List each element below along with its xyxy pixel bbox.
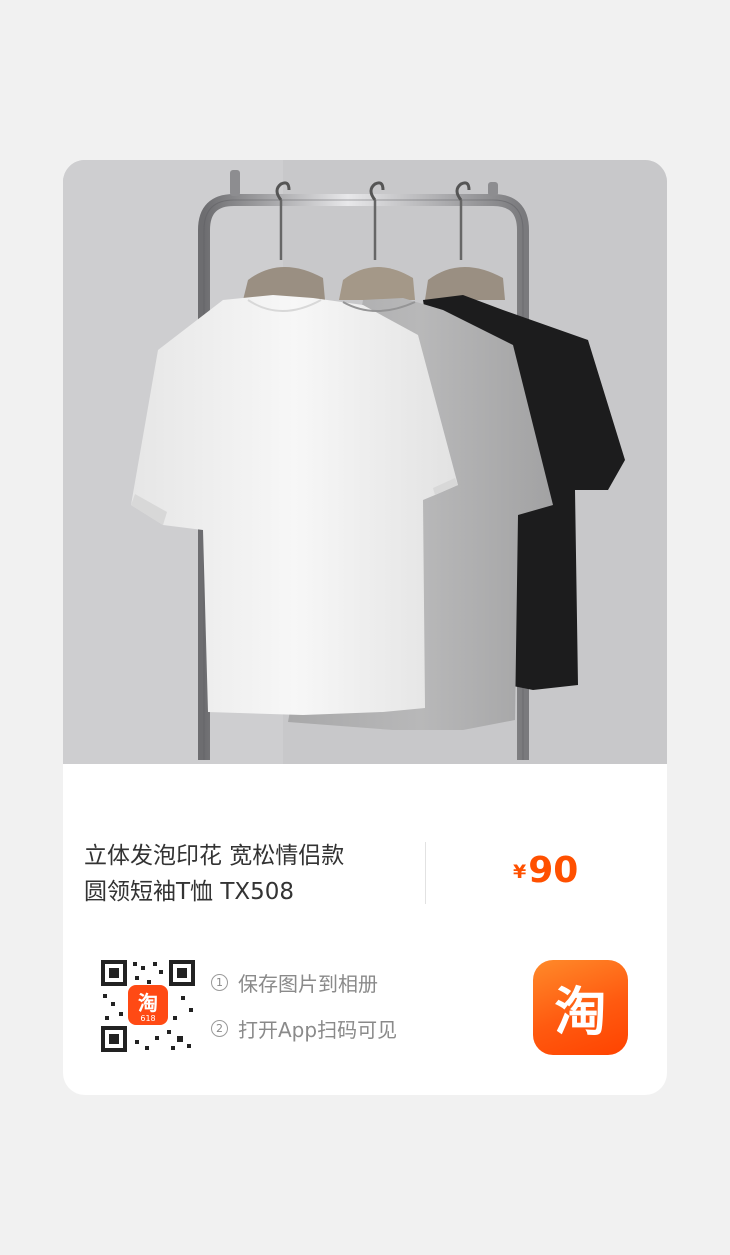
step-1: 1 保存图片到相册 [211, 968, 397, 996]
step-1-number-icon: 1 [211, 973, 228, 991]
step-2: 2 打开App扫码可见 [211, 1014, 397, 1042]
product-title-line1: 立体发泡印花 宽松情侣款 [84, 843, 345, 869]
step-1-text: 保存图片到相册 [238, 971, 378, 996]
divider [425, 842, 426, 904]
step-2-number-icon: 2 [211, 1019, 228, 1037]
taobao-app-icon[interactable]: 淘 [533, 960, 628, 1055]
qr-center-logo-char: 淘 [138, 991, 158, 1015]
product-title: 立体发泡印花 宽松情侣款 圆领短袖T恤 TX508 [84, 838, 414, 910]
product-title-line2: 圆领短袖T恤 TX508 [84, 879, 295, 905]
price: ¥90 [513, 850, 578, 891]
qr-code[interactable]: 淘 618 [97, 956, 199, 1056]
qr-center-logo-sub: 618 [140, 1014, 155, 1023]
product-photo[interactable] [63, 160, 667, 764]
currency-symbol: ¥ [513, 861, 527, 883]
taobao-app-icon-char: 淘 [554, 983, 607, 1043]
step-2-text: 打开App扫码可见 [238, 1017, 398, 1042]
scan-instructions: 1 保存图片到相册 2 打开App扫码可见 [211, 968, 397, 1060]
share-card: 立体发泡印花 宽松情侣款 圆领短袖T恤 TX508 ¥90 淘 618 1 保存… [63, 160, 667, 1095]
price-value: 90 [528, 850, 579, 891]
